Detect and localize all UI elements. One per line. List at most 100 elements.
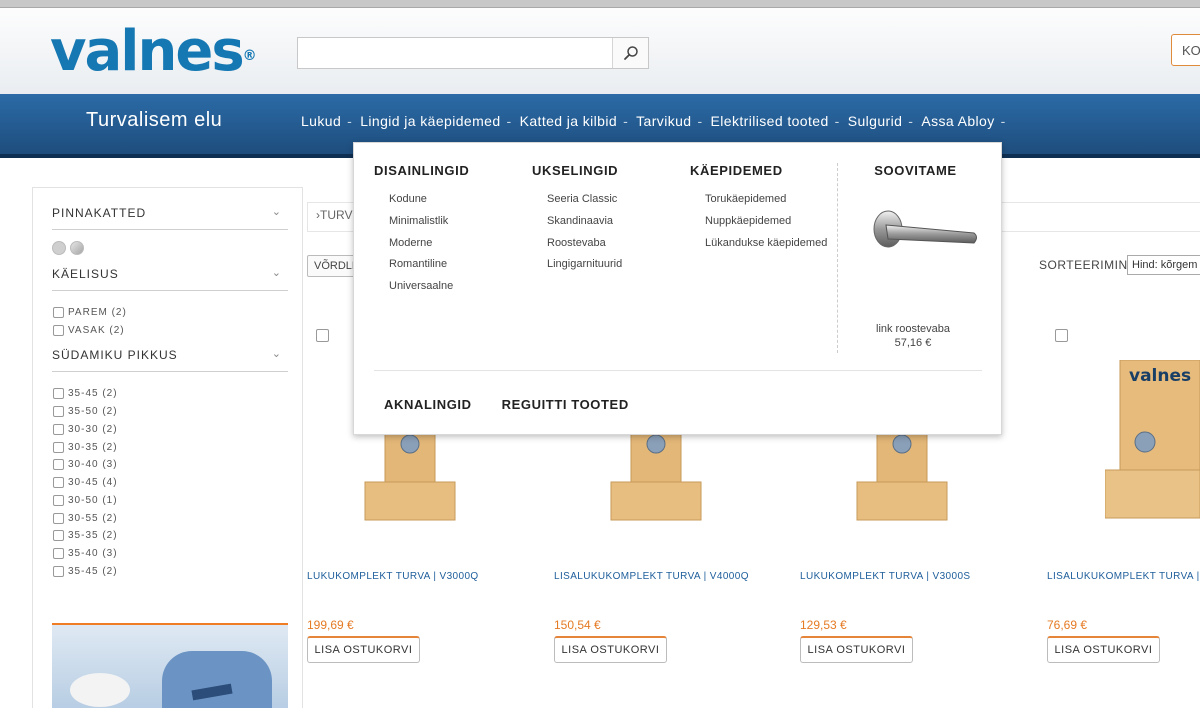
swatch-satin[interactable] [52,241,66,255]
menu-column-title[interactable]: UKSELINGID [532,163,622,178]
product-image-lock[interactable] [340,430,480,530]
checkbox[interactable] [53,565,64,577]
filter-title: KÄELISUS [52,267,119,281]
menu-item[interactable]: Minimalistlik [389,215,469,237]
chevron-down-icon: ⌄ [271,267,282,279]
product-title[interactable]: LISALUKUKOMPLEKT TURVA | V [1047,571,1200,582]
product-price: 150,54 € [554,618,601,632]
menu-item[interactable]: Lükandukse käepidemed [705,237,827,259]
nav-item-lingid[interactable]: Lingid ja käepidemed - [360,113,519,129]
product-title[interactable]: LUKUKOMPLEKT TURVA | V3000Q [307,571,479,582]
filter-option[interactable]: 30-55 (2) [53,509,118,527]
menu-item[interactable]: Roostevaba [547,237,622,259]
option-label: 30-30 (2) [68,423,118,435]
checkbox[interactable] [53,548,64,560]
logo-text: valnes [50,19,245,84]
filter-option[interactable]: 35-40 (3) [53,545,118,563]
option-label: VASAK (2) [68,325,125,337]
menu-item[interactable]: Lingigarnituurid [547,258,622,280]
valnes-logo[interactable]: valnes ® [50,19,257,84]
sort-select[interactable]: Hind: kõrgem [1127,255,1200,275]
nav-separator: - [506,113,512,129]
menu-bottom-links: AKNALINGID REGUITTI TOOTED [384,397,629,412]
checkbox[interactable] [53,494,64,506]
checkbox[interactable] [53,441,64,453]
menu-item[interactable]: Kodune [389,193,469,215]
filter-option[interactable]: 35-45 (2) [53,385,118,403]
filter-heading-pinnakatted[interactable]: PINNAKATTED ⌄ [52,204,288,230]
recommended-product-name[interactable]: link roostevaba [838,323,988,335]
menu-column-disainlingid: DISAINLINGID Kodune Minimalistlik Modern… [374,163,469,302]
nav-item-elektrilised[interactable]: Elektrilised tooted - [711,113,848,129]
nav-separator: - [623,113,629,129]
chevron-down-icon: ⌄ [271,348,282,360]
product-title[interactable]: LISALUKUKOMPLEKT TURVA | V4000Q [554,571,749,582]
filter-options-kaelisus: PAREM (2) VASAK (2) [53,304,127,340]
checkbox[interactable] [53,325,64,337]
breadcrumb-item[interactable]: TURV [320,208,352,222]
filter-option[interactable]: 30-35 (2) [53,438,118,456]
menu-link-reguitti[interactable]: REGUITTI TOOTED [502,397,629,412]
filter-options-sudamiku-pikkus[interactable]: 35-45 (2) 35-50 (2) 30-30 (2) 30-35 (2) … [53,385,118,585]
filter-option[interactable]: PAREM (2) [53,304,127,322]
nav-separator: - [834,113,840,129]
menu-item[interactable]: Seeria Classic [547,193,622,215]
menu-item[interactable]: Universaalne [389,280,469,302]
filter-option[interactable]: 30-50 (1) [53,492,118,510]
filter-option[interactable]: 30-45 (4) [53,474,118,492]
checkbox[interactable] [53,512,64,524]
cart-button[interactable]: KO [1171,34,1200,66]
menu-link-aknalingid[interactable]: AKNALINGID [384,397,472,412]
menu-item[interactable]: Romantiline [389,258,469,280]
checkbox[interactable] [53,530,64,542]
checkbox[interactable] [53,459,64,471]
nav-separator: - [908,113,914,129]
product-image-lock[interactable] [832,430,972,530]
menu-item[interactable]: Nuppkäepidemed [705,215,827,237]
checkbox[interactable] [53,388,64,400]
product-title[interactable]: LUKUKOMPLEKT TURVA | V3000S [800,571,971,582]
swatch-chrome[interactable] [70,241,84,255]
nav-label: Elektrilised tooted [710,113,829,129]
filter-option[interactable]: VASAK (2) [53,322,127,340]
add-to-cart-button[interactable]: LISA OSTUKORVI [554,636,667,663]
menu-item[interactable]: Skandinaavia [547,215,622,237]
filter-option[interactable]: 30-40 (3) [53,456,118,474]
chevron-down-icon: ⌄ [271,206,282,218]
menu-column-title[interactable]: KÄEPIDEMED [690,163,827,178]
checkbox[interactable] [53,406,64,418]
menu-column-title[interactable]: DISAINLINGID [374,163,469,178]
nav-item-katted[interactable]: Katted ja kilbid - [520,113,637,129]
nav-item-tarvikud[interactable]: Tarvikud - [636,113,710,129]
nav-item-assa-abloy[interactable]: Assa Abloy - [921,113,1013,129]
product-image-lock[interactable] [586,430,726,530]
search-input[interactable] [298,38,612,68]
recommended-product[interactable]: SOOVITAME link roostevaba 57,16 € [837,163,987,353]
filter-option[interactable]: 30-30 (2) [53,421,118,439]
filter-option[interactable]: 35-45 (2) [53,563,118,581]
checkbox[interactable] [53,477,64,489]
box-brand-label: valnes [1129,366,1192,386]
option-label: 35-50 (2) [68,406,118,418]
add-to-cart-button[interactable]: LISA OSTUKORVI [1047,636,1160,663]
menu-item[interactable]: Torukäepidemed [705,193,827,215]
nav-item-sulgurid[interactable]: Sulgurid - [848,113,922,129]
recommended-title: SOOVITAME [874,163,957,178]
product-compare-checkbox[interactable] [1055,329,1068,342]
search-button[interactable] [612,38,648,68]
checkbox[interactable] [53,423,64,435]
checkbox[interactable] [53,307,64,319]
nav-item-lukud[interactable]: Lukud - [301,113,360,129]
promo-banner[interactable] [52,623,288,708]
product-image-valnes-box[interactable]: valnes [1105,360,1200,520]
filter-option[interactable]: 35-50 (2) [53,403,118,421]
filter-option[interactable]: 35-35 (2) [53,527,118,545]
add-to-cart-button[interactable]: LISA OSTUKORVI [800,636,913,663]
browser-top-strip [0,0,1200,8]
add-to-cart-button[interactable]: LISA OSTUKORVI [307,636,420,663]
search-box [297,37,649,69]
product-compare-checkbox[interactable] [316,329,329,342]
filter-heading-kaelisus[interactable]: KÄELISUS ⌄ [52,265,288,291]
filter-heading-sudamiku-pikkus[interactable]: SÜDAMIKU PIKKUS ⌄ [52,346,288,372]
menu-item[interactable]: Moderne [389,237,469,259]
